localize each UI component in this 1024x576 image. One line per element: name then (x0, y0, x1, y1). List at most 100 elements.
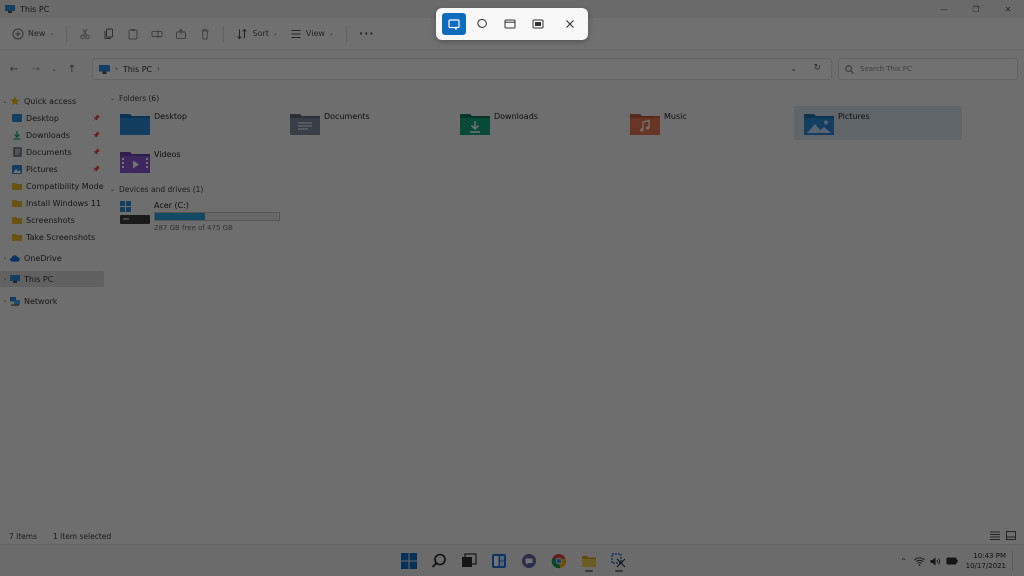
copy-button[interactable] (97, 22, 121, 46)
paste-button[interactable] (121, 22, 145, 46)
drives-group-label: Devices and drives (1) (119, 184, 204, 194)
taskbar-search-button[interactable] (426, 549, 452, 573)
freeform-snip-button[interactable] (470, 13, 494, 35)
plus-circle-icon (12, 28, 24, 39)
folder-tile-downloads[interactable]: Downloads (450, 106, 618, 140)
search-icon (431, 553, 446, 568)
divider (66, 25, 68, 42)
restore-button[interactable]: ❐ (960, 0, 992, 18)
minimize-icon: — (940, 4, 948, 14)
sidebar-item-screenshots[interactable]: Screenshots (0, 212, 104, 228)
folder-tile-videos[interactable]: Videos (110, 144, 278, 178)
drive-tile-c[interactable]: Acer (C:) 287 GB free of 475 GB (120, 199, 300, 233)
cut-icon (80, 28, 91, 39)
drives-group-header[interactable]: ⌄ Devices and drives (1) (110, 182, 203, 196)
folder-tile-music[interactable]: Music (620, 106, 788, 140)
chevron-down-icon[interactable]: ⌄ (110, 186, 115, 193)
paste-icon (128, 28, 138, 39)
drive-usage-bar (154, 212, 280, 221)
fullscreen-snip-icon (532, 19, 544, 29)
sidebar-item-network[interactable]: › Network (0, 293, 104, 309)
new-button[interactable]: New ⌄ (6, 22, 60, 46)
items-count: 7 items (9, 531, 38, 541)
rename-button[interactable] (145, 22, 169, 46)
address-dropdown-icon[interactable]: ⌄ (790, 64, 797, 73)
sidebar-item-take-screenshots[interactable]: Take Screenshots (0, 229, 104, 245)
arrow-up-icon: ↑ (67, 63, 77, 75)
chevron-right-icon[interactable]: › (0, 276, 10, 283)
view-button[interactable]: View ⌄ (284, 22, 340, 46)
task-view-button[interactable] (456, 549, 482, 573)
clock-date: 10/17/2021 (965, 562, 1006, 570)
battery-button[interactable] (944, 553, 960, 569)
minimize-button[interactable]: — (928, 0, 960, 18)
show-desktop-button[interactable] (1012, 551, 1022, 571)
up-button[interactable]: ↑ (61, 58, 83, 80)
sidebar-item-this-pc[interactable]: › This PC (0, 271, 104, 287)
details-view-icon[interactable] (990, 531, 1000, 540)
show-hidden-icons-button[interactable]: ⌃ (896, 553, 912, 569)
file-explorer-button[interactable] (576, 549, 602, 573)
navigation-pane: ⌄ Quick access Desktop 📌 Downloads 📌 Doc… (0, 89, 106, 529)
sidebar-item-compatibility-mode[interactable]: Compatibility Mode (0, 178, 104, 194)
back-button[interactable]: ← (3, 58, 25, 80)
sidebar-item-pictures[interactable]: Pictures 📌 (0, 161, 104, 177)
sidebar-item-label: Pictures (26, 164, 58, 174)
search-input[interactable] (860, 65, 1010, 73)
start-button[interactable] (396, 549, 422, 573)
sidebar-item-install-windows-11[interactable]: Install Windows 11 (0, 195, 104, 211)
sidebar-item-label: OneDrive (24, 253, 62, 263)
sidebar-item-desktop[interactable]: Desktop 📌 (0, 110, 104, 126)
snipping-tool-button[interactable] (606, 549, 632, 573)
sidebar-item-documents[interactable]: Documents 📌 (0, 144, 104, 160)
rectangular-snip-button[interactable] (442, 13, 466, 35)
sidebar-item-downloads[interactable]: Downloads 📌 (0, 127, 104, 143)
chat-button[interactable] (516, 549, 542, 573)
sidebar-item-onedrive[interactable]: › OneDrive (0, 250, 104, 266)
volume-button[interactable] (928, 553, 944, 569)
chrome-button[interactable] (546, 549, 572, 573)
sort-button[interactable]: Sort ⌄ (230, 22, 283, 46)
close-icon: ✕ (1004, 4, 1012, 14)
clock-button[interactable]: 10:43 PM 10/17/2021 (966, 551, 1006, 571)
recent-locations-button[interactable]: ⌄ (47, 58, 61, 80)
folder-name: Desktop (154, 112, 187, 121)
sidebar-item-label: Install Windows 11 (26, 198, 102, 208)
fullscreen-snip-button[interactable] (526, 13, 550, 35)
chevron-down-icon[interactable]: ⌄ (0, 98, 10, 105)
folders-group-label: Folders (6) (119, 93, 160, 103)
view-icon (291, 29, 301, 38)
sidebar-item-quick-access[interactable]: ⌄ Quick access (0, 93, 104, 109)
breadcrumb-chevron-icon[interactable]: › (157, 65, 160, 73)
share-button[interactable] (169, 22, 193, 46)
window-snip-icon (504, 19, 516, 29)
chevron-right-icon[interactable]: › (0, 298, 10, 305)
close-window-button[interactable]: ✕ (992, 0, 1024, 18)
chevron-down-icon[interactable]: ⌄ (110, 95, 115, 102)
close-snip-button[interactable] (558, 13, 582, 35)
copy-icon (104, 28, 114, 39)
delete-button[interactable] (193, 22, 217, 46)
divider (345, 25, 347, 42)
folder-tile-documents[interactable]: Documents (280, 106, 448, 140)
breadcrumb-this-pc[interactable]: This PC (123, 65, 152, 74)
cut-button[interactable] (73, 22, 97, 46)
tiles-view-icon[interactable] (1006, 531, 1016, 540)
folders-group-header[interactable]: ⌄ Folders (6) (110, 91, 159, 105)
wifi-button[interactable] (912, 553, 928, 569)
rename-icon (151, 29, 163, 38)
search-box[interactable] (838, 58, 1018, 80)
folder-tile-desktop[interactable]: Desktop (110, 106, 278, 140)
share-icon (176, 28, 187, 39)
address-input[interactable]: › This PC › ⌄ ↻ (92, 58, 832, 80)
sidebar-item-label: Compatibility Mode (26, 181, 104, 191)
chevron-right-icon[interactable]: › (0, 255, 10, 262)
forward-button[interactable]: → (25, 58, 47, 80)
refresh-icon[interactable]: ↻ (813, 63, 821, 73)
widgets-button[interactable] (486, 549, 512, 573)
battery-icon (946, 557, 958, 565)
more-options-button[interactable]: ··· (353, 22, 381, 46)
sidebar-item-label: Documents (26, 147, 72, 157)
window-snip-button[interactable] (498, 13, 522, 35)
folder-tile-pictures[interactable]: Pictures (794, 106, 962, 140)
